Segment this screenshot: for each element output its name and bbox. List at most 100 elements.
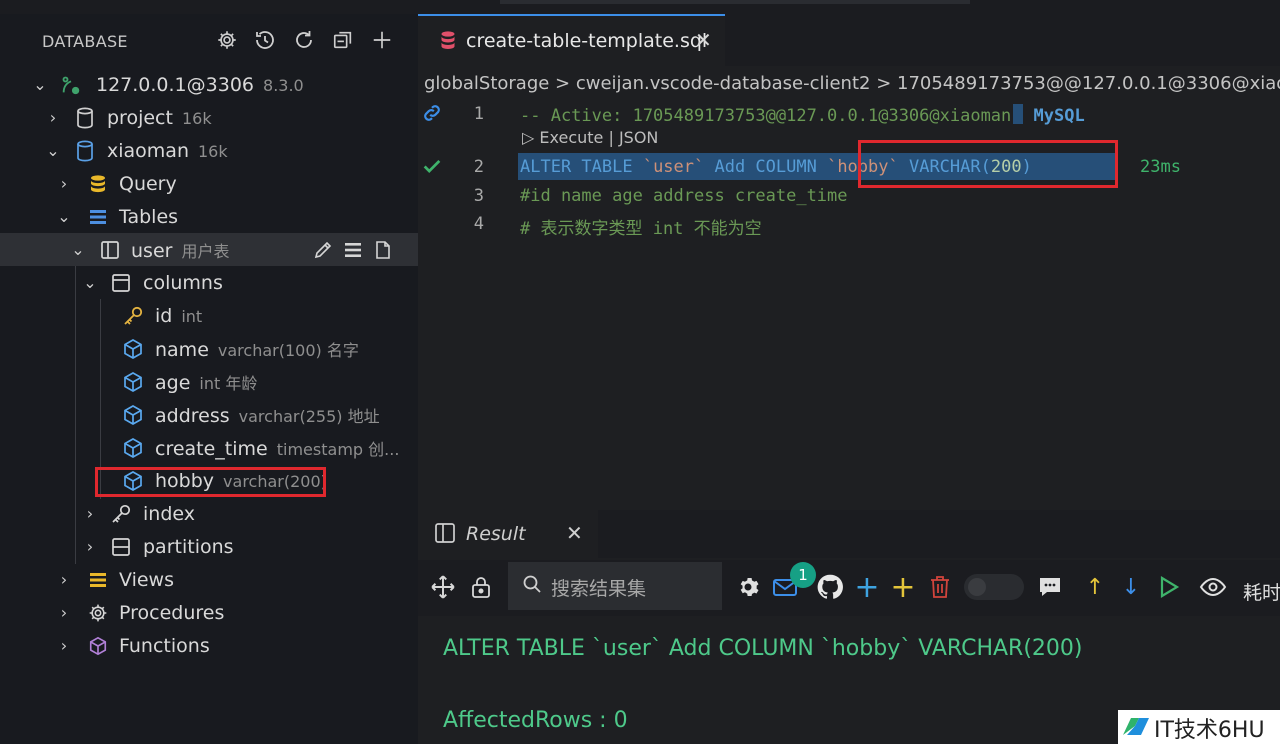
settings-icon[interactable] xyxy=(733,572,763,602)
tree-item-label: user xyxy=(131,239,173,262)
chevron-down-icon: ⌄ xyxy=(46,141,60,160)
sql-keyword: ALTER TABLE xyxy=(520,157,643,177)
chevron-down-icon: ⌄ xyxy=(71,240,85,259)
tree-item-database-project[interactable]: › project 16k xyxy=(0,101,418,134)
sidebar-actions xyxy=(0,26,418,54)
tree-item-table-user[interactable]: ⌄ user 用户表 xyxy=(0,233,418,266)
tree-item-label: partitions xyxy=(143,535,234,558)
gear-icon[interactable] xyxy=(213,26,241,54)
github-icon[interactable] xyxy=(815,572,845,602)
gear-icon xyxy=(87,602,109,624)
cube-icon xyxy=(122,338,144,360)
tree-item-desc: 用户表 xyxy=(181,241,230,261)
tree-item-column-id[interactable]: id int xyxy=(0,299,418,332)
arrow-down-icon[interactable]: ↓ xyxy=(1116,572,1146,602)
close-icon[interactable]: ✕ xyxy=(566,521,583,545)
add-icon[interactable]: + xyxy=(888,570,918,605)
trash-icon[interactable] xyxy=(925,572,955,602)
comment-text: -- Active: 1705489173753@@127.0.0.1@3306… xyxy=(520,106,1012,126)
chevron-right-icon: › xyxy=(86,504,94,523)
code-line-1[interactable]: -- Active: 1705489173753@@127.0.0.1@3306… xyxy=(520,104,1085,126)
play-icon[interactable] xyxy=(1154,572,1184,602)
edit-icon[interactable] xyxy=(312,239,334,261)
connection-icon xyxy=(60,74,82,96)
code-line-4[interactable]: # 表示数字类型 int 不能为空 xyxy=(520,214,762,239)
tree-item-column-age[interactable]: age int 年龄 xyxy=(0,365,418,398)
codelens-execute[interactable]: ▷ Execute | JSON xyxy=(522,128,658,147)
lock-icon[interactable] xyxy=(466,572,496,602)
tree-item-functions[interactable]: › Functions xyxy=(0,629,418,662)
tab-strip-accent xyxy=(500,0,970,4)
add-icon[interactable] xyxy=(368,26,396,54)
tree-item-column-name[interactable]: name varchar(100) 名字 xyxy=(0,332,418,365)
query-icon xyxy=(87,173,109,195)
tree-item-partitions[interactable]: › partitions xyxy=(0,530,418,563)
tree-item-label: create_time xyxy=(155,437,268,460)
chevron-right-icon: › xyxy=(60,636,68,655)
tree-item-label: 127.0.0.1@3306 xyxy=(96,73,255,96)
database-file-icon xyxy=(440,30,456,56)
refresh-icon[interactable] xyxy=(290,26,318,54)
tables-icon xyxy=(87,206,109,228)
breadcrumb[interactable]: globalStorage > cweijan.vscode-database-… xyxy=(424,73,1280,94)
watermark-text: IT技术6HU xyxy=(1154,718,1265,743)
chevron-down-icon: ⌄ xyxy=(83,273,97,292)
tree-item-connection[interactable]: ⌄ 127.0.0.1@3306 8.3.0 xyxy=(0,68,418,101)
toggle-knob xyxy=(968,578,986,596)
tree-item-label: Functions xyxy=(119,634,210,657)
tree-item-label: address xyxy=(155,404,230,427)
tree-item-database-xiaoman[interactable]: ⌄ xiaoman 16k xyxy=(0,134,418,167)
tree-item-desc: varchar(255) 地址 xyxy=(238,406,380,426)
sidebar-top-strip xyxy=(0,0,418,14)
link-icon[interactable] xyxy=(421,102,443,128)
tree-item-label: Query xyxy=(119,172,177,195)
line-number: 4 xyxy=(473,214,484,234)
cube-icon xyxy=(122,404,144,426)
highlight-box-hobby-sql xyxy=(858,140,1118,188)
toggle-switch[interactable] xyxy=(964,574,1024,600)
comment-icon[interactable] xyxy=(1035,572,1065,602)
cube-icon xyxy=(122,371,144,393)
watermark-logo-icon xyxy=(1121,715,1151,743)
chevron-down-icon: ⌄ xyxy=(57,207,71,226)
chevron-right-icon: › xyxy=(60,174,68,193)
panel-layout-icon xyxy=(434,522,456,548)
tree-item-label: Views xyxy=(119,568,174,591)
tree-item-label: xiaoman xyxy=(107,139,189,162)
tree-item-label: project xyxy=(107,106,173,129)
tree-item-columns[interactable]: ⌄ columns xyxy=(0,266,418,299)
tree-item-column-address[interactable]: address varchar(255) 地址 xyxy=(0,398,418,431)
cube-icon xyxy=(122,437,144,459)
tree-item-index[interactable]: › index xyxy=(0,497,418,530)
function-cube-icon xyxy=(87,635,109,657)
move-icon[interactable] xyxy=(428,572,458,602)
collapse-all-icon[interactable] xyxy=(329,26,357,54)
close-icon[interactable]: ✕ xyxy=(695,28,712,52)
add-row-icon[interactable]: + xyxy=(852,570,882,605)
eye-icon[interactable] xyxy=(1198,572,1228,602)
chevron-right-icon: › xyxy=(86,537,94,556)
arrow-up-icon[interactable]: ↑ xyxy=(1080,572,1110,602)
database-icon xyxy=(74,140,96,162)
result-tab-label: Result xyxy=(466,523,526,545)
history-icon[interactable] xyxy=(251,26,279,54)
tree-item-desc: int 年龄 xyxy=(199,373,258,393)
code-line-3[interactable]: #id name age address create_time xyxy=(520,186,848,206)
tree-item-views[interactable]: › Views xyxy=(0,563,418,596)
tree-item-label: Tables xyxy=(119,205,179,228)
play-outline-icon: ▷ xyxy=(522,128,535,147)
tree-item-tables[interactable]: ⌄ Tables xyxy=(0,200,418,233)
tree-item-desc: 8.3.0 xyxy=(263,75,304,95)
tree-item-procedures[interactable]: › Procedures xyxy=(0,596,418,629)
tree-item-query[interactable]: › Query xyxy=(0,167,418,200)
file-icon[interactable] xyxy=(372,239,394,261)
list-icon[interactable] xyxy=(342,239,364,261)
key-icon xyxy=(110,503,132,525)
key-icon xyxy=(122,305,144,327)
check-icon xyxy=(421,155,443,181)
highlight-box-hobby-column xyxy=(95,467,326,497)
line-number: 3 xyxy=(473,186,484,206)
result-affected-rows: AffectedRows : 0 xyxy=(443,708,628,733)
tree-item-label: name xyxy=(155,338,209,361)
tree-item-column-create-time[interactable]: create_time timestamp 创... xyxy=(0,431,418,464)
